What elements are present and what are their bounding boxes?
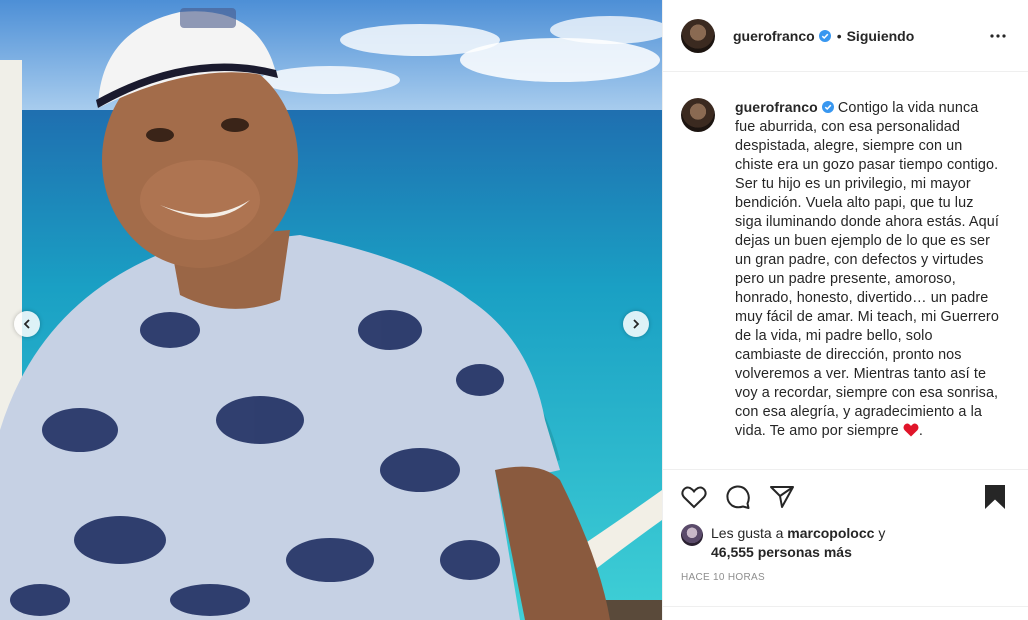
likes-joiner: y — [878, 525, 886, 541]
paper-plane-icon — [770, 486, 794, 508]
author-avatar[interactable] — [681, 18, 715, 53]
red-heart-emoji-icon — [903, 423, 919, 437]
caption-end: . — [918, 423, 923, 439]
bookmark-filled-icon — [985, 485, 1005, 509]
author-username[interactable]: guerofranco — [733, 28, 815, 44]
header-separator: • — [836, 27, 842, 44]
chevron-left-icon — [23, 319, 30, 329]
action-bar — [663, 470, 1028, 524]
verified-badge-icon — [818, 29, 831, 42]
caption-author-avatar[interactable] — [681, 98, 715, 132]
like-button[interactable] — [681, 484, 707, 510]
likes-count[interactable]: 46,555 personas más — [711, 544, 852, 560]
comment-button[interactable] — [725, 484, 751, 510]
post-side-panel: guerofranco • Siguiendo guerofranco Cont… — [662, 0, 1028, 620]
post-caption: guerofranco Contigo la vida nunca fue ab… — [663, 72, 1028, 470]
likes-text: Les gusta a marcopolocc y 46,555 persona… — [711, 524, 885, 562]
heart-outline-icon — [681, 486, 707, 509]
liker-avatar[interactable] — [681, 524, 703, 546]
more-options-icon — [990, 33, 1006, 38]
carousel-next-button[interactable] — [623, 311, 649, 337]
post-photo[interactable] — [0, 0, 662, 620]
caption-text: guerofranco Contigo la vida nunca fue ab… — [735, 98, 999, 469]
comment-bubble-icon — [726, 485, 750, 509]
chevron-right-icon — [633, 319, 640, 329]
verified-badge-icon — [821, 101, 834, 113]
save-button[interactable] — [982, 484, 1008, 510]
likes-prefix: Les gusta a — [711, 525, 784, 541]
share-button[interactable] — [769, 484, 795, 510]
following-button[interactable]: Siguiendo — [847, 28, 915, 44]
liker-username[interactable]: marcopolocc — [787, 525, 874, 541]
more-options-button[interactable] — [986, 24, 1010, 48]
carousel-prev-button[interactable] — [14, 311, 40, 337]
post-timestamp[interactable]: HACE 10 HORAS — [663, 562, 1028, 583]
caption-author-username[interactable]: guerofranco — [735, 99, 818, 115]
likes-summary: Les gusta a marcopolocc y 46,555 persona… — [663, 524, 1028, 562]
post-image — [0, 0, 662, 620]
caption-body: Contigo la vida nunca fue aburrida, con … — [735, 100, 999, 439]
post-header: guerofranco • Siguiendo — [663, 0, 1028, 72]
add-comment-area[interactable] — [663, 606, 1028, 620]
